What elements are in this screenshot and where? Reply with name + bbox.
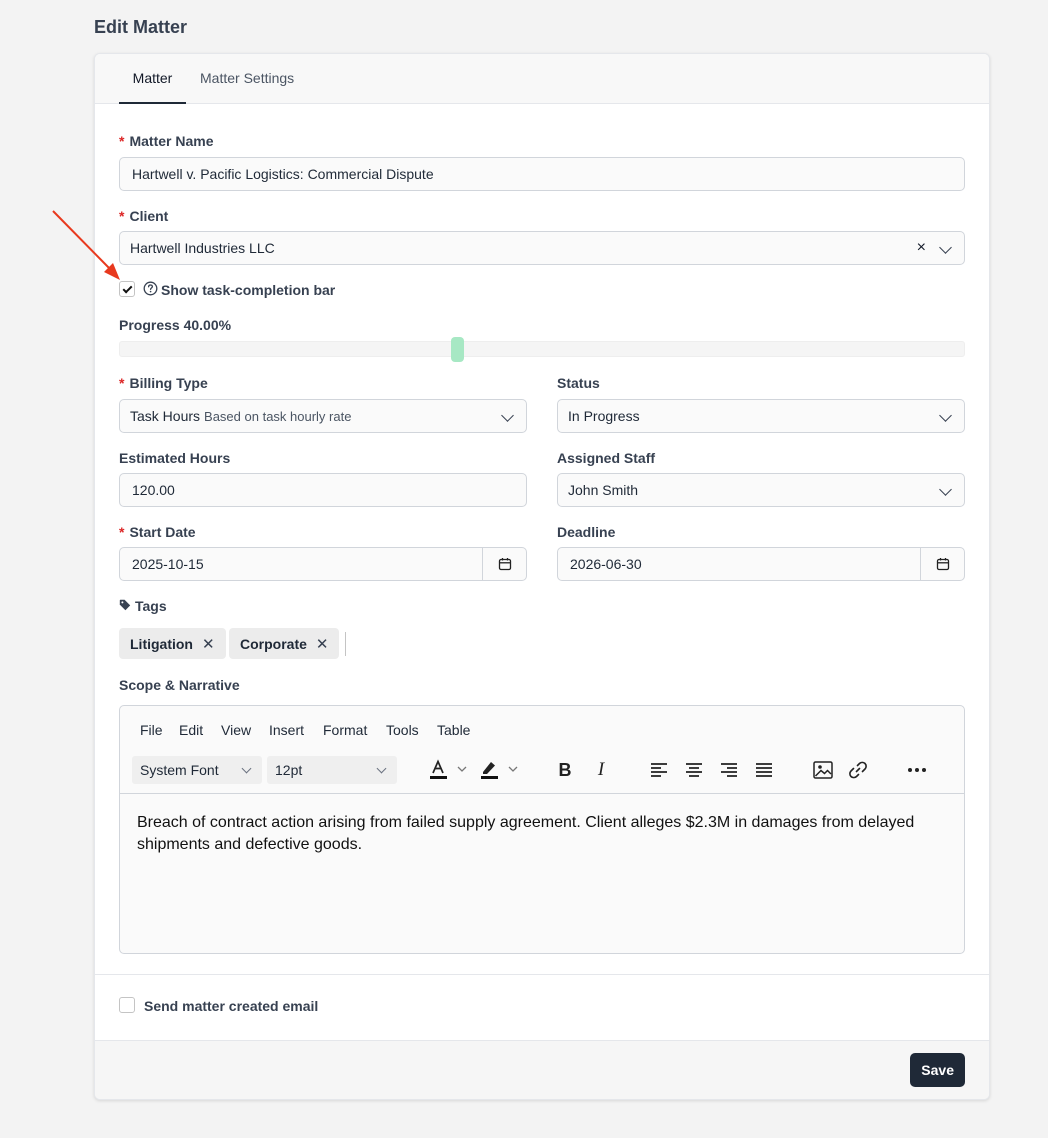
scope-label: Scope & Narrative: [119, 677, 240, 693]
billing-type-label: * Billing Type: [119, 375, 208, 391]
font-size-select[interactable]: 12pt: [267, 756, 397, 784]
edit-matter-card: Matter Matter Settings * Matter Name Hart…: [94, 53, 990, 1100]
menu-insert[interactable]: Insert: [269, 722, 304, 738]
editor-toolbar: System Font 12pt B I: [120, 752, 964, 794]
divider: [95, 974, 989, 975]
menu-edit[interactable]: Edit: [179, 722, 203, 738]
client-value: Hartwell Industries LLC: [130, 240, 275, 256]
editor-content[interactable]: Breach of contract action arising from f…: [137, 812, 947, 856]
menu-file[interactable]: File: [140, 722, 163, 738]
chevron-down-icon: [376, 763, 387, 774]
font-family-value: System Font: [140, 762, 219, 778]
menu-tools[interactable]: Tools: [386, 722, 419, 738]
italic-icon[interactable]: I: [590, 758, 612, 782]
chevron-down-icon: [241, 763, 252, 774]
send-email-checkbox[interactable]: [119, 997, 135, 1013]
editor-menubar: File Edit View Insert Format Tools Table: [120, 706, 964, 752]
tag-chip: Litigation ✕: [119, 628, 226, 659]
progress-label: Progress 40.00%: [119, 317, 232, 333]
calendar-button[interactable]: [482, 548, 526, 580]
calendar-icon: [498, 558, 511, 571]
tab-matter-settings[interactable]: Matter Settings: [200, 54, 294, 104]
tag-icon: [119, 599, 131, 611]
required-asterisk: *: [119, 375, 125, 391]
progress-slider-track[interactable]: [119, 341, 965, 357]
more-options-icon[interactable]: [906, 758, 928, 782]
chevron-down-icon[interactable]: [939, 241, 952, 254]
text-color-icon: [430, 759, 467, 779]
bold-icon[interactable]: B: [554, 758, 576, 782]
assigned-staff-select[interactable]: John Smith: [557, 473, 965, 507]
progress-slider-thumb[interactable]: [450, 337, 464, 362]
billing-type-select[interactable]: Task Hours Based on task hourly rate: [119, 399, 527, 433]
menu-view[interactable]: View: [221, 722, 251, 738]
image-icon[interactable]: [812, 758, 834, 782]
billing-type-value: Task Hours: [130, 408, 201, 424]
save-button[interactable]: Save: [910, 1053, 965, 1087]
tag-chip: Corporate ✕: [229, 628, 340, 659]
text-color-button[interactable]: [428, 758, 470, 782]
highlight-icon: [481, 762, 518, 779]
status-select[interactable]: In Progress: [557, 399, 965, 433]
highlight-color-button[interactable]: [479, 758, 521, 782]
remove-tag-icon[interactable]: ✕: [202, 635, 215, 653]
deadline-value: 2026-06-30: [570, 556, 642, 572]
client-select[interactable]: Hartwell Industries LLC ×: [119, 231, 965, 265]
clear-icon[interactable]: ×: [917, 239, 926, 257]
chevron-down-icon[interactable]: [939, 483, 952, 496]
font-family-select[interactable]: System Font: [132, 756, 262, 784]
menu-table[interactable]: Table: [437, 722, 470, 738]
remove-tag-icon[interactable]: ✕: [316, 635, 329, 653]
footer-bar: Save: [95, 1040, 989, 1099]
billing-type-description: Based on task hourly rate: [204, 408, 352, 424]
send-email-label[interactable]: Send matter created email: [144, 998, 318, 1014]
matter-name-input[interactable]: Hartwell v. Pacific Logistics: Commercia…: [119, 157, 965, 191]
tag-input[interactable]: [345, 632, 346, 656]
rich-text-editor: File Edit View Insert Format Tools Table…: [119, 705, 965, 954]
chevron-down-icon[interactable]: [501, 409, 514, 422]
calendar-button[interactable]: [920, 548, 964, 580]
link-icon[interactable]: [847, 758, 869, 782]
chevron-down-icon[interactable]: [939, 409, 952, 422]
estimated-hours-input[interactable]: 120.00: [119, 473, 527, 507]
tab-bar: Matter Matter Settings: [95, 54, 989, 104]
align-center-icon[interactable]: [683, 758, 705, 782]
tag-label: Litigation: [130, 635, 193, 652]
font-size-value: 12pt: [275, 762, 303, 778]
status-value: In Progress: [568, 408, 640, 424]
status-label: Status: [557, 375, 600, 391]
deadline-input[interactable]: 2026-06-30: [557, 547, 965, 581]
tag-label: Corporate: [240, 635, 307, 652]
align-justify-icon[interactable]: [753, 758, 775, 782]
deadline-label: Deadline: [557, 524, 616, 540]
required-asterisk: *: [119, 524, 125, 540]
question-circle-icon[interactable]: [143, 281, 158, 296]
tags-label: Tags: [135, 598, 167, 614]
annotation-arrow-icon: [52, 210, 120, 280]
start-date-input[interactable]: 2025-10-15: [119, 547, 527, 581]
assigned-staff-value: John Smith: [568, 482, 639, 498]
menu-format[interactable]: Format: [323, 722, 367, 738]
assigned-staff-label: Assigned Staff: [557, 450, 656, 466]
start-date-label: * Start Date: [119, 524, 196, 540]
show-progress-label[interactable]: Show task-completion bar: [161, 282, 335, 298]
start-date-value: 2025-10-15: [132, 556, 204, 572]
estimated-hours-label: Estimated Hours: [119, 450, 231, 466]
align-left-icon[interactable]: [648, 758, 670, 782]
calendar-icon: [936, 558, 949, 571]
align-right-icon[interactable]: [718, 758, 740, 782]
